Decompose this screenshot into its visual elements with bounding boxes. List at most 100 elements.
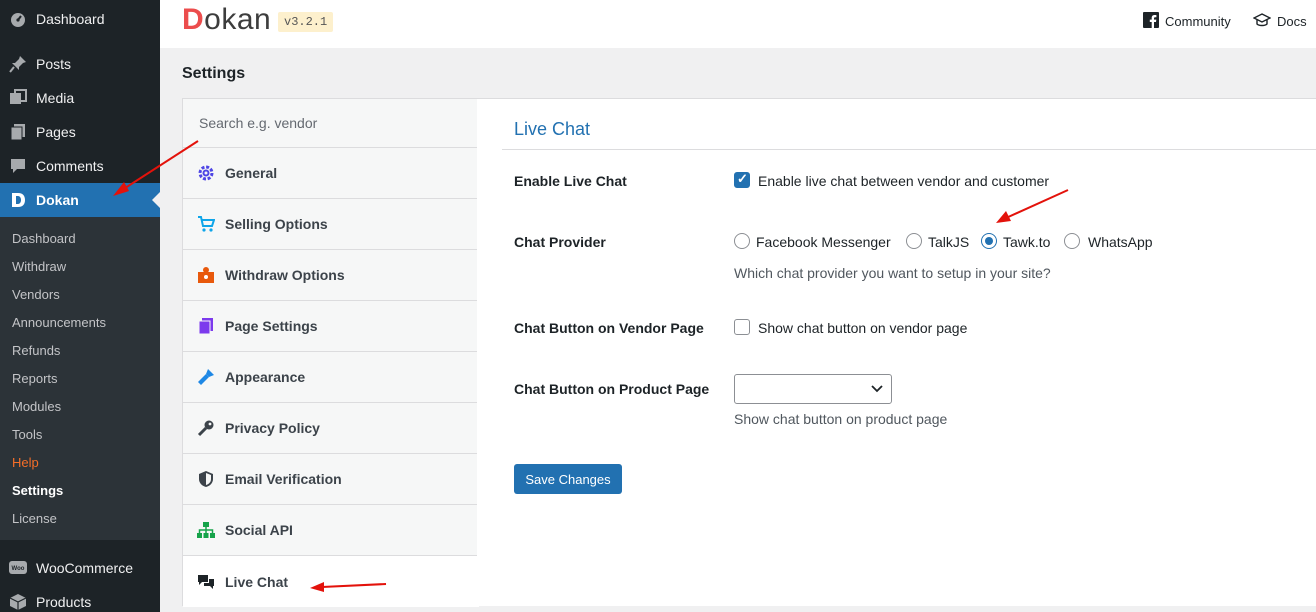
submenu-announcements[interactable]: Announcements	[12, 315, 106, 330]
sidebar-item-posts[interactable]: Posts	[0, 47, 160, 81]
product-page-button-description: Show chat button on product page	[734, 411, 948, 427]
tab-label: Withdraw Options	[225, 267, 345, 283]
submenu-withdraw[interactable]: Withdraw	[12, 259, 66, 274]
submenu-dashboard[interactable]: Dashboard	[12, 231, 76, 246]
products-icon	[0, 593, 36, 611]
admin-sidebar: Dashboard Posts Media Pages Comments Dok…	[0, 0, 160, 612]
tab-social-api[interactable]: Social API	[183, 505, 477, 556]
product-page-button-select[interactable]	[734, 374, 892, 404]
sidebar-item-dashboard[interactable]: Dashboard	[0, 2, 160, 36]
withdraw-icon	[197, 266, 215, 284]
tab-label: Appearance	[225, 369, 306, 385]
pages-icon	[197, 317, 215, 335]
provider-label-tawkto: Tawk.to	[1003, 234, 1051, 250]
comment-icon	[0, 157, 36, 175]
tab-label: Live Chat	[225, 573, 289, 590]
submenu-modules[interactable]: Modules	[12, 399, 61, 414]
sidebar-item-comments[interactable]: Comments	[0, 149, 160, 183]
sidebar-item-products[interactable]: Products	[0, 585, 160, 612]
brush-icon	[197, 368, 215, 386]
cart-icon	[197, 215, 215, 233]
tab-label: Privacy Policy	[225, 420, 320, 436]
sidebar-item-dokan[interactable]: Dokan	[0, 183, 160, 217]
tab-label: Page Settings	[225, 318, 318, 334]
woocommerce-icon: Woo	[0, 559, 36, 577]
provider-radio-facebook-messenger[interactable]	[734, 233, 750, 249]
sidebar-item-woocommerce[interactable]: Woo WooCommerce	[0, 551, 160, 585]
network-icon	[197, 521, 215, 539]
version-badge: v3.2.1	[278, 12, 334, 32]
enable-live-chat-label: Enable Live Chat	[514, 173, 627, 189]
sidebar-item-label: Products	[36, 594, 92, 610]
tab-page-settings[interactable]: Page Settings	[183, 301, 477, 352]
sidebar-item-label: WooCommerce	[36, 560, 133, 576]
chat-provider-label: Chat Provider	[514, 234, 606, 250]
chevron-down-icon	[871, 385, 883, 393]
save-changes-button[interactable]: Save Changes	[514, 464, 622, 494]
provider-radio-whatsapp[interactable]	[1064, 233, 1080, 249]
key-icon	[197, 419, 215, 437]
submenu-license[interactable]: License	[12, 511, 57, 526]
tab-selling-options[interactable]: Selling Options	[183, 199, 477, 250]
tab-label: General	[225, 165, 278, 181]
sidebar-item-label: Dokan	[36, 192, 79, 208]
section-title: Live Chat	[514, 119, 591, 139]
sidebar-item-label: Comments	[36, 158, 104, 174]
submenu-settings[interactable]: Settings	[12, 483, 63, 498]
gear-icon	[197, 164, 215, 182]
community-link[interactable]: Community	[1143, 12, 1231, 31]
sidebar-item-media[interactable]: Media	[0, 81, 160, 115]
submenu-refunds[interactable]: Refunds	[12, 343, 60, 358]
dashboard-icon	[0, 10, 36, 28]
provider-label-whatsapp: WhatsApp	[1088, 234, 1153, 250]
community-label: Community	[1165, 14, 1231, 29]
provider-radio-talkjs[interactable]	[906, 233, 922, 249]
tab-withdraw-options[interactable]: Withdraw Options	[183, 250, 477, 301]
vendor-page-button-text: Show chat button on vendor page	[758, 320, 968, 336]
tab-label: Email Verification	[225, 471, 342, 487]
shield-icon	[197, 470, 215, 488]
tab-appearance[interactable]: Appearance	[183, 352, 477, 403]
sidebar-item-label: Dashboard	[36, 11, 105, 27]
facebook-icon	[1143, 12, 1159, 31]
live-chat-panel: Live Chat Enable Live Chat Enable live c…	[477, 98, 1316, 606]
settings-tabs: Search e.g. vendor General Selling Optio…	[182, 98, 479, 607]
enable-live-chat-checkbox[interactable]	[734, 171, 750, 188]
page-title: Settings	[182, 65, 246, 82]
dokan-icon	[0, 191, 36, 209]
divider	[502, 149, 1316, 150]
tab-label: Selling Options	[225, 216, 328, 232]
provider-label-facebook-messenger: Facebook Messenger	[756, 234, 891, 250]
docs-link[interactable]: Docs	[1252, 12, 1307, 31]
pin-icon	[0, 55, 36, 73]
submenu-vendors[interactable]: Vendors	[12, 287, 60, 302]
enable-live-chat-text: Enable live chat between vendor and cust…	[758, 173, 1050, 189]
vendor-page-button-checkbox[interactable]	[734, 319, 750, 335]
svg-text:Woo: Woo	[12, 566, 25, 572]
media-icon	[0, 89, 36, 107]
settings-search-input[interactable]: Search e.g. vendor	[183, 99, 477, 148]
docs-label: Docs	[1277, 14, 1307, 29]
submenu-help[interactable]: Help	[12, 455, 39, 470]
vendor-page-button-label: Chat Button on Vendor Page	[514, 320, 704, 336]
submenu-reports[interactable]: Reports	[12, 371, 58, 386]
tab-privacy-policy[interactable]: Privacy Policy	[183, 403, 477, 454]
tab-general[interactable]: General	[183, 148, 477, 199]
tab-label: Social API	[225, 522, 293, 538]
dokan-header: Dokan v3.2.1 Community Docs	[160, 0, 1316, 48]
dokan-submenu: Dashboard Withdraw Vendors Announcements…	[0, 217, 160, 540]
product-page-button-label: Chat Button on Product Page	[514, 381, 710, 397]
tab-live-chat[interactable]: Live Chat	[183, 556, 479, 607]
sidebar-item-pages[interactable]: Pages	[0, 115, 160, 149]
dokan-logo: Dokan	[182, 3, 272, 36]
sidebar-item-label: Posts	[36, 56, 72, 72]
chat-provider-description: Which chat provider you want to setup in…	[734, 265, 1051, 281]
pages-icon	[0, 123, 36, 141]
tab-email-verification[interactable]: Email Verification	[183, 454, 477, 505]
chat-icon	[197, 573, 215, 591]
provider-radio-tawkto[interactable]	[981, 233, 997, 249]
provider-label-talkjs: TalkJS	[928, 234, 970, 250]
submenu-tools[interactable]: Tools	[12, 427, 42, 442]
graduation-cap-icon	[1252, 12, 1272, 31]
sidebar-item-label: Pages	[36, 124, 76, 140]
